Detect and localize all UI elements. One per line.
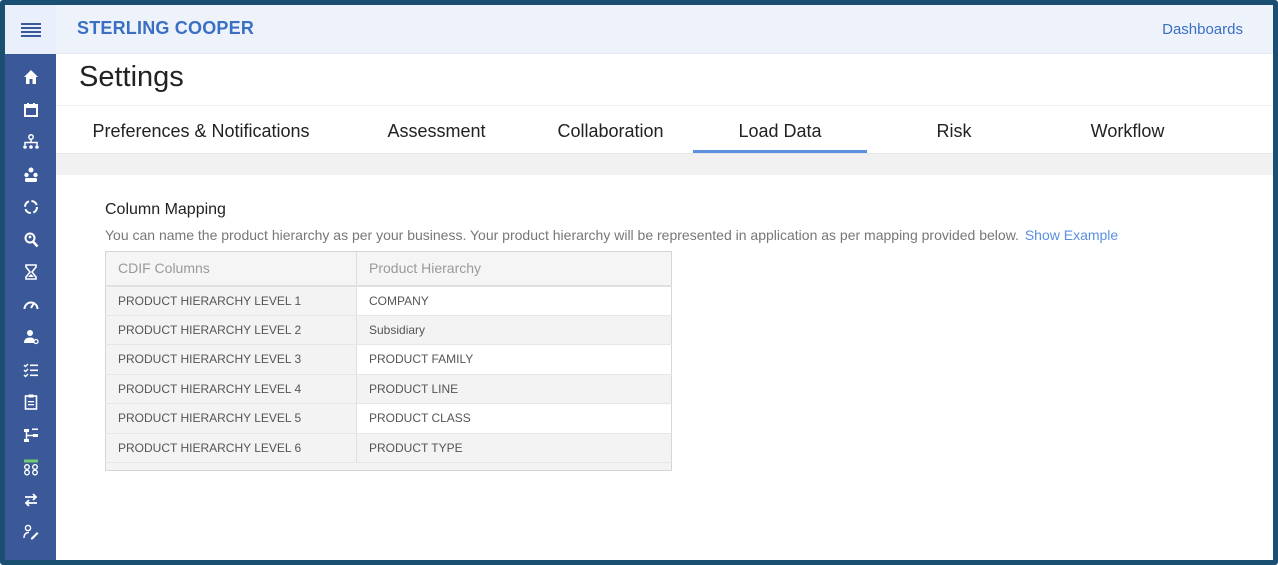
user-edit-icon[interactable] — [5, 516, 56, 549]
top-header: STERLING COOPER Dashboards — [56, 5, 1273, 54]
sidebar — [5, 5, 56, 560]
header-product-hierarchy: Product Hierarchy — [356, 251, 672, 287]
column-mapping-table: CDIF Columns Product Hierarchy PRODUCT H… — [105, 251, 672, 471]
user-settings-icon[interactable] — [5, 321, 56, 354]
column-mapping-title: Column Mapping — [105, 201, 226, 218]
tab-assessment[interactable]: Assessment — [349, 109, 524, 153]
cdif-cell: PRODUCT HIERARCHY LEVEL 1 — [105, 285, 357, 316]
clipboard-icon[interactable] — [5, 386, 56, 419]
table-row: PRODUCT HIERARCHY LEVEL 6 PRODUCT TYPE — [105, 433, 672, 463]
table-header-row: CDIF Columns Product Hierarchy — [105, 251, 672, 287]
calendar-icon[interactable] — [5, 94, 56, 127]
gauge-icon[interactable] — [5, 289, 56, 322]
brand-logo[interactable]: STERLING COOPER — [77, 18, 254, 39]
cdif-cell: PRODUCT HIERARCHY LEVEL 3 — [105, 344, 357, 375]
cdif-cell: PRODUCT HIERARCHY LEVEL 5 — [105, 403, 357, 434]
cycle-icon[interactable] — [5, 191, 56, 224]
hierarchy-cell[interactable]: COMPANY — [356, 285, 672, 316]
cdif-cell: PRODUCT HIERARCHY LEVEL 2 — [105, 315, 357, 345]
app-window: STERLING COOPER Dashboards Settings Pref… — [0, 0, 1278, 565]
hamburger-icon — [20, 22, 41, 37]
network-icon[interactable] — [5, 451, 56, 484]
hourglass-icon[interactable] — [5, 256, 56, 289]
cdif-cell: PRODUCT HIERARCHY LEVEL 6 — [105, 433, 357, 463]
tab-collaboration[interactable]: Collaboration — [523, 109, 698, 153]
tab-content-separator — [56, 153, 1273, 175]
hierarchy-cell[interactable]: PRODUCT TYPE — [356, 433, 672, 463]
table-row: PRODUCT HIERARCHY LEVEL 5 PRODUCT CLASS — [105, 403, 672, 434]
hierarchy-cell[interactable]: PRODUCT LINE — [356, 374, 672, 404]
tab-risk[interactable]: Risk — [867, 109, 1041, 153]
search-person-icon[interactable] — [5, 224, 56, 257]
people-group-icon[interactable] — [5, 159, 56, 192]
hierarchy-cell[interactable]: PRODUCT FAMILY — [356, 344, 672, 375]
header-cdif-columns: CDIF Columns — [105, 251, 357, 287]
table-row: PRODUCT HIERARCHY LEVEL 4 PRODUCT LINE — [105, 374, 672, 404]
home-icon[interactable] — [5, 61, 56, 94]
description-text: You can name the product hierarchy as pe… — [105, 227, 1019, 243]
table-row: PRODUCT HIERARCHY LEVEL 2 Subsidiary — [105, 315, 672, 345]
column-mapping-description: You can name the product hierarchy as pe… — [105, 227, 1118, 243]
spacer-cell — [105, 462, 672, 471]
page-title: Settings — [79, 61, 184, 93]
menu-button[interactable] — [5, 5, 56, 54]
hierarchy-icon[interactable] — [5, 419, 56, 452]
tab-load-data[interactable]: Load Data — [693, 109, 867, 153]
tab-preferences-notifications[interactable]: Preferences & Notifications — [76, 109, 326, 153]
swap-icon[interactable] — [5, 484, 56, 517]
divider — [56, 105, 1273, 106]
tab-workflow[interactable]: Workflow — [1040, 109, 1215, 153]
hierarchy-cell[interactable]: PRODUCT CLASS — [356, 403, 672, 434]
hierarchy-cell[interactable]: Subsidiary — [356, 315, 672, 345]
checklist-icon[interactable] — [5, 354, 56, 387]
table-footer-spacer — [105, 462, 672, 471]
cdif-cell: PRODUCT HIERARCHY LEVEL 4 — [105, 374, 357, 404]
table-row: PRODUCT HIERARCHY LEVEL 1 COMPANY — [105, 285, 672, 316]
dashboards-link[interactable]: Dashboards — [1162, 21, 1243, 38]
table-row: PRODUCT HIERARCHY LEVEL 3 PRODUCT FAMILY — [105, 344, 672, 375]
org-chart-icon[interactable] — [5, 126, 56, 159]
show-example-link[interactable]: Show Example — [1025, 227, 1118, 243]
settings-tabs: Preferences & Notifications Assessment C… — [56, 109, 1273, 153]
sidebar-nav — [5, 61, 56, 549]
